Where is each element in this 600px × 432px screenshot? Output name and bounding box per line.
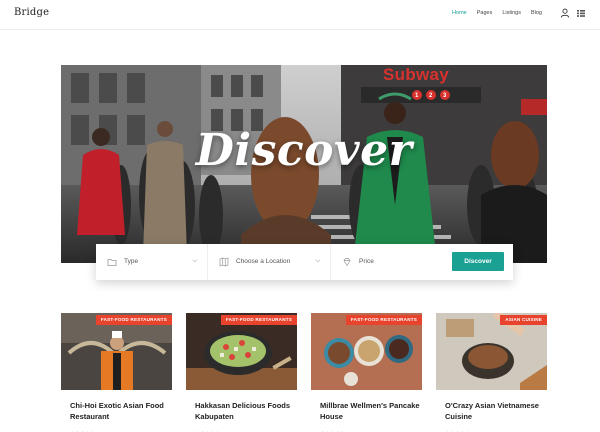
type-select-label: Type bbox=[124, 258, 139, 265]
listing-card[interactable]: ASIAN CUISINE O'Crazy Asian Vietnamese C… bbox=[436, 313, 547, 432]
nav-item-home[interactable]: Home bbox=[452, 10, 467, 16]
type-select[interactable]: Type ⌵ bbox=[96, 244, 208, 280]
listing-card[interactable]: FAST-FOOD RESTAURANTS Hakkasan Delicious… bbox=[186, 313, 297, 432]
card-title[interactable]: Hakkasan Delicious Foods Kabupaten bbox=[195, 400, 299, 422]
card-title[interactable]: O'Crazy Asian Vietnamese Cuisine bbox=[445, 400, 549, 422]
card-image[interactable]: FAST-FOOD RESTAURANTS bbox=[311, 313, 422, 390]
nav-item-blog[interactable]: Blog bbox=[531, 10, 542, 16]
price-input[interactable]: Price bbox=[331, 244, 451, 280]
brand-logo[interactable]: Bridge bbox=[14, 7, 49, 18]
price-label: Price bbox=[359, 258, 374, 265]
main-nav: Home Pages Listings Blog bbox=[452, 10, 542, 16]
discover-button[interactable]: Discover bbox=[452, 252, 504, 271]
location-select-label: Choose a Location bbox=[236, 258, 291, 265]
listing-cards: FAST-FOOD RESTAURANTS Chi-Hoi Exotic Asi… bbox=[61, 313, 547, 432]
folder-icon bbox=[107, 259, 117, 266]
chevron-down-icon: ⌵ bbox=[192, 258, 197, 264]
chevron-down-icon: ⌵ bbox=[315, 258, 320, 264]
listing-card[interactable]: FAST-FOOD RESTAURANTS Chi-Hoi Exotic Asi… bbox=[61, 313, 172, 432]
card-image[interactable]: FAST-FOOD RESTAURANTS bbox=[61, 313, 172, 390]
category-badge[interactable]: FAST-FOOD RESTAURANTS bbox=[220, 315, 297, 325]
category-badge[interactable]: FAST-FOOD RESTAURANTS bbox=[95, 315, 172, 325]
grid-icon[interactable] bbox=[576, 8, 586, 18]
subway-sign: Subway bbox=[383, 65, 450, 84]
card-title[interactable]: Chi-Hoi Exotic Asian Food Restaurant bbox=[70, 400, 174, 422]
card-image[interactable]: FAST-FOOD RESTAURANTS bbox=[186, 313, 297, 390]
nav-item-listings[interactable]: Listings bbox=[502, 10, 521, 16]
map-icon bbox=[219, 257, 229, 267]
listing-card[interactable]: FAST-FOOD RESTAURANTS Millbrae Wellmen's… bbox=[311, 313, 422, 432]
site-header: Bridge Home Pages Listings Blog bbox=[0, 0, 600, 30]
card-image[interactable]: ASIAN CUISINE bbox=[436, 313, 547, 390]
category-badge[interactable]: ASIAN CUISINE bbox=[500, 315, 547, 325]
location-select[interactable]: Choose a Location ⌵ bbox=[208, 244, 331, 280]
hero-image: 123 Subway Discover bbox=[61, 65, 547, 263]
user-icon[interactable] bbox=[560, 8, 570, 18]
nav-item-pages[interactable]: Pages bbox=[477, 10, 493, 16]
card-title[interactable]: Millbrae Wellmen's Pancake House bbox=[320, 400, 424, 422]
category-badge[interactable]: FAST-FOOD RESTAURANTS bbox=[345, 315, 422, 325]
search-bar: Type ⌵ Choose a Location ⌵ Price Discove… bbox=[96, 244, 513, 280]
hero-title: Discover bbox=[195, 125, 413, 176]
diamond-icon bbox=[343, 258, 351, 267]
